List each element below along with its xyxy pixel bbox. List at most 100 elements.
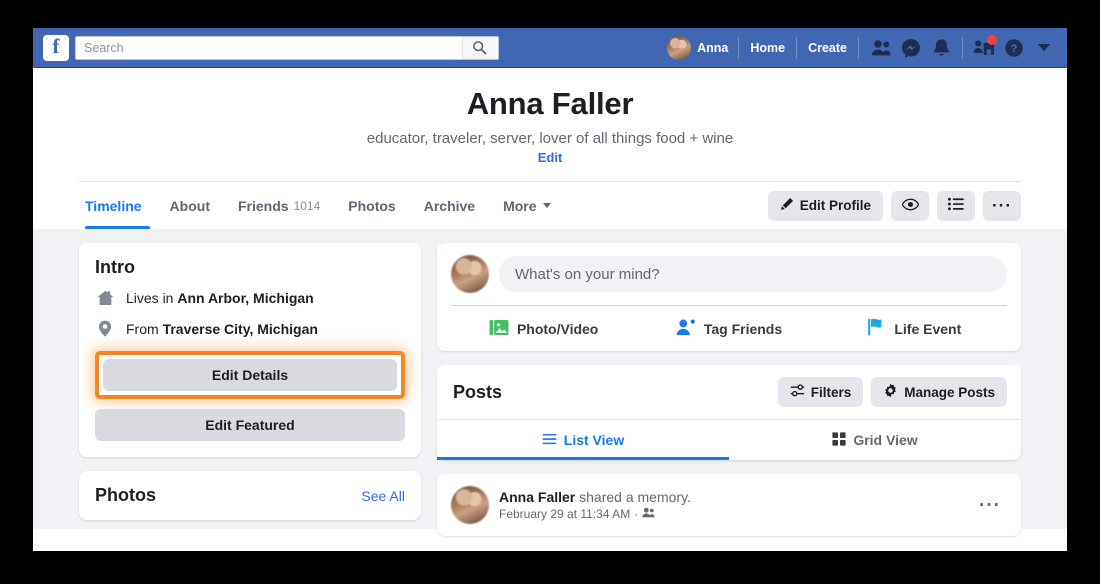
avatar: [451, 486, 489, 524]
posts-header-actions: Filters Manage Posts: [777, 377, 1007, 407]
edit-profile-label: Edit Profile: [799, 198, 871, 213]
tab-photos[interactable]: Photos: [334, 182, 409, 229]
post-timestamp[interactable]: February 29 at 11:34 AM: [499, 507, 630, 521]
tab-label: About: [169, 197, 210, 214]
activity-log-button[interactable]: [937, 190, 975, 221]
facebook-logo[interactable]: f: [43, 34, 69, 61]
avatar: [667, 35, 692, 60]
browser-viewport: f Anna Home Create: [33, 28, 1067, 551]
posts-card: Posts Filters Manage Posts List View Gri…: [437, 365, 1021, 460]
tab-friends[interactable]: Friends 1014: [224, 182, 334, 229]
manage-posts-button[interactable]: Manage Posts: [871, 377, 1007, 407]
intro-card: Intro Lives in Ann Arbor, Michigan From …: [79, 243, 421, 457]
manage-posts-label: Manage Posts: [904, 384, 995, 400]
tab-label: Photos: [348, 197, 396, 214]
tag-friends-button[interactable]: Tag Friends: [636, 306, 821, 351]
nav-profile-shortcut[interactable]: Anna: [665, 35, 738, 60]
profile-action-buttons: Edit Profile ···: [767, 182, 1021, 229]
composer-input[interactable]: [499, 256, 1007, 292]
messenger-icon[interactable]: [896, 33, 926, 63]
composer-action-row: Photo/Video Tag Friends Life Event: [451, 305, 1007, 351]
account-menu-caret-icon[interactable]: [1033, 33, 1055, 63]
intro-row-text: From Traverse City, Michigan: [126, 321, 318, 337]
gear-icon: [883, 383, 898, 401]
tag-friends-label: Tag Friends: [703, 320, 783, 337]
home-link[interactable]: Home: [739, 41, 796, 55]
eye-icon: [901, 198, 919, 214]
list-view-icon: [542, 432, 557, 448]
post-author-line: Anna Faller shared a memory.: [499, 489, 963, 505]
life-event-icon: [867, 318, 886, 339]
tab-timeline[interactable]: Timeline: [79, 182, 156, 229]
page-title: Anna Faller: [466, 86, 634, 121]
help-icon[interactable]: ?: [999, 33, 1029, 63]
location-pin-icon: [95, 320, 115, 337]
tab-label: Timeline: [85, 197, 142, 214]
facebook-top-navigation-bar: f Anna Home Create: [33, 28, 1067, 68]
intro-value: Ann Arbor, Michigan: [177, 290, 314, 306]
profile-content-area: Intro Lives in Ann Arbor, Michigan From …: [33, 229, 1067, 536]
search-icon[interactable]: [462, 36, 496, 59]
friends-audience-icon[interactable]: [642, 507, 655, 521]
post-item-card: Anna Faller shared a memory. February 29…: [437, 474, 1021, 536]
post-timestamp-line: February 29 at 11:34 AM ·: [499, 507, 963, 521]
filters-button[interactable]: Filters: [777, 377, 864, 407]
search-bar[interactable]: [75, 35, 499, 60]
post-more-options-button[interactable]: ···: [973, 496, 1007, 515]
edit-profile-button[interactable]: Edit Profile: [767, 190, 883, 221]
photos-see-all-link[interactable]: See All: [361, 488, 405, 504]
intro-row-lives-in: Lives in Ann Arbor, Michigan: [95, 290, 405, 306]
post-author[interactable]: Anna Faller: [499, 489, 575, 505]
home-icon: [95, 290, 115, 306]
left-column: Intro Lives in Ann Arbor, Michigan From …: [79, 243, 421, 529]
view-as-button[interactable]: [891, 190, 929, 221]
posts-title: Posts: [453, 381, 503, 402]
intro-prefix: From: [126, 320, 159, 337]
ellipsis-icon: ···: [992, 196, 1012, 215]
tab-about[interactable]: About: [156, 182, 224, 229]
filters-label: Filters: [810, 384, 852, 400]
tab-more[interactable]: More: [489, 182, 564, 229]
chevron-down-icon: [542, 203, 551, 208]
pencil-icon: [780, 197, 794, 214]
tab-archive[interactable]: Archive: [410, 182, 489, 229]
grid-view-label: Grid View: [853, 432, 918, 448]
create-link[interactable]: Create: [797, 41, 858, 55]
nav-profile-name: Anna: [697, 40, 729, 55]
account-pages-icon[interactable]: [969, 33, 999, 63]
friend-requests-icon[interactable]: [866, 33, 896, 63]
post-meta-separator: ·: [634, 507, 639, 521]
intro-value: Traverse City, Michigan: [162, 320, 318, 337]
grid-view-icon: [832, 431, 846, 449]
profile-more-options-button[interactable]: ···: [983, 190, 1021, 221]
edit-bio-link[interactable]: Edit: [538, 150, 563, 165]
life-event-button[interactable]: Life Event: [822, 306, 1007, 351]
profile-bio: educator, traveler, server, lover of all…: [366, 130, 734, 147]
nav-divider: [962, 36, 963, 59]
intro-title: Intro: [95, 257, 135, 277]
post-composer-card: Photo/Video Tag Friends: [437, 243, 1021, 351]
edit-featured-button[interactable]: Edit Featured: [95, 409, 405, 441]
photo-video-button[interactable]: Photo/Video: [451, 306, 636, 351]
tab-label: Archive: [423, 197, 476, 214]
profile-tab-bar: Timeline About Friends 1014 Photos Archi…: [33, 182, 1067, 229]
profile-header: Anna Faller educator, traveler, server, …: [33, 68, 1067, 182]
nav-divider: [858, 36, 859, 59]
posts-card-header: Posts Filters Manage Posts: [437, 365, 1021, 419]
photo-video-label: Photo/Video: [516, 320, 599, 337]
intro-prefix: Lives in: [126, 290, 174, 306]
notification-badge: [987, 34, 997, 45]
edit-details-button[interactable]: Edit Details: [103, 359, 397, 391]
avatar: [451, 255, 489, 293]
photos-title: Photos: [95, 485, 156, 505]
post-header: Anna Faller shared a memory. February 29…: [451, 486, 1007, 524]
grid-view-tab[interactable]: Grid View: [729, 420, 1021, 460]
photos-card: Photos See All: [79, 471, 421, 520]
tab-label: More: [503, 197, 537, 214]
right-column: Photo/Video Tag Friends: [437, 243, 1021, 536]
notifications-icon[interactable]: [926, 33, 956, 63]
search-input[interactable]: [76, 36, 462, 59]
friends-count: 1014: [293, 198, 321, 213]
list-view-tab[interactable]: List View: [437, 420, 729, 460]
list-view-label: List View: [563, 432, 625, 448]
